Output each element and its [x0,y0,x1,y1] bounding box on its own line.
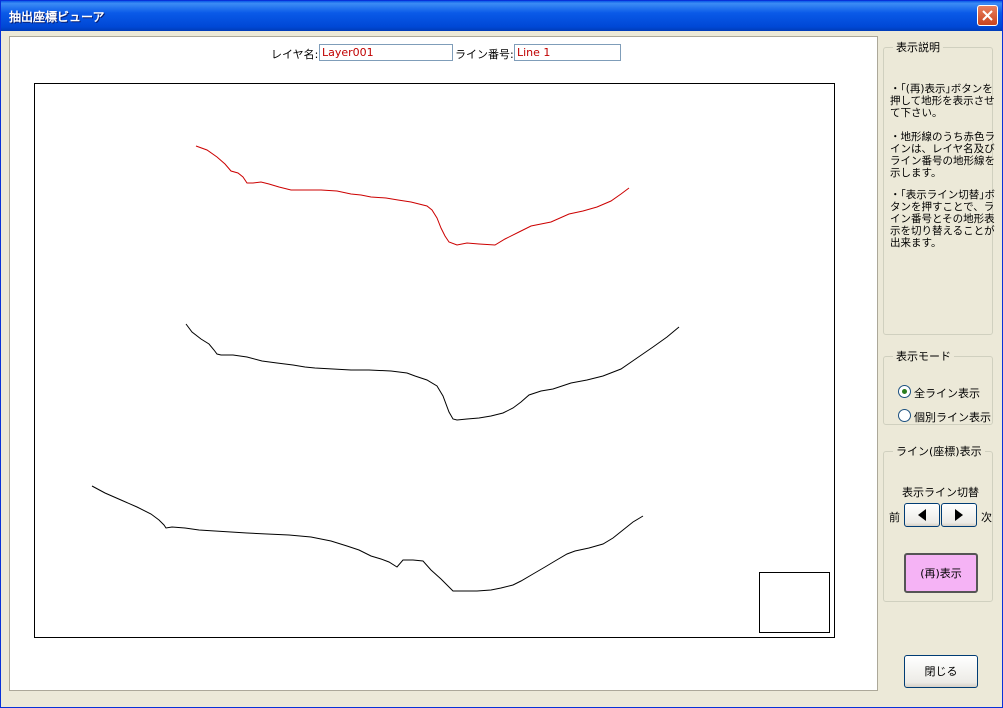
display-description-legend: 表示説明 [896,41,940,54]
content-panel: レイヤ名: Layer001 ライン番号: Line 1 [9,36,878,691]
display-mode-legend: 表示モード [896,350,951,363]
triangle-left-icon [918,509,926,521]
title-bar[interactable]: 抽出座標ビューア [1,1,1002,31]
description-paragraph: ・｢(再)表示｣ボタンを押して地形を表示させて下さい。 [890,83,995,119]
terrain-line-2 [185,323,680,421]
radio-button-unchecked[interactable] [898,409,911,422]
layer-name-field[interactable]: Layer001 [319,44,453,61]
display-description-group: 表示説明 ・｢(再)表示｣ボタンを押して地形を表示させて下さい。 ・地形線のうち… [883,39,995,335]
terrain-plot-area [34,83,835,638]
next-label: 次 [981,511,992,524]
radio-button-checked[interactable] [898,385,911,398]
line-number-field[interactable]: Line 1 [514,44,621,61]
triangle-right-icon [955,509,963,521]
description-paragraph: ・｢表示ライン切替｣ボタンを押すことで、ライン番号とその地形表示を切り替えること… [890,189,995,249]
line-display-group: ライン(座標)表示 表示ライン切替 前 次 (再)表示 [883,443,993,602]
display-mode-group: 表示モード 全ライン表示 個別ライン表示 [883,348,993,425]
line-number-label: ライン番号: [455,48,514,61]
viewer-window: 抽出座標ビューア レイヤ名: Layer001 ライン番号: Line 1 表示… [0,0,1003,708]
terrain-line-3 [91,485,644,592]
prev-line-button[interactable] [904,503,940,527]
line-display-legend: ライン(座標)表示 [896,445,982,458]
description-paragraph: ・地形線のうち赤色ラインは、レイヤ名及びライン番号の地形線を示します。 [890,131,995,179]
terrain-line-selected [195,145,630,246]
radio-single-line-label: 個別ライン表示 [914,411,991,424]
switch-line-label: 表示ライン切替 [902,486,979,499]
radio-all-lines-label: 全ライン表示 [914,387,980,400]
overview-box [759,572,830,633]
close-icon [982,10,993,21]
redisplay-button[interactable]: (再)表示 [904,553,978,593]
close-window-button[interactable] [977,5,998,26]
window-title: 抽出座標ビューア [9,10,105,24]
close-button[interactable]: 閉じる [904,655,978,688]
layer-name-label: レイヤ名: [271,48,319,61]
next-line-button[interactable] [941,503,977,527]
